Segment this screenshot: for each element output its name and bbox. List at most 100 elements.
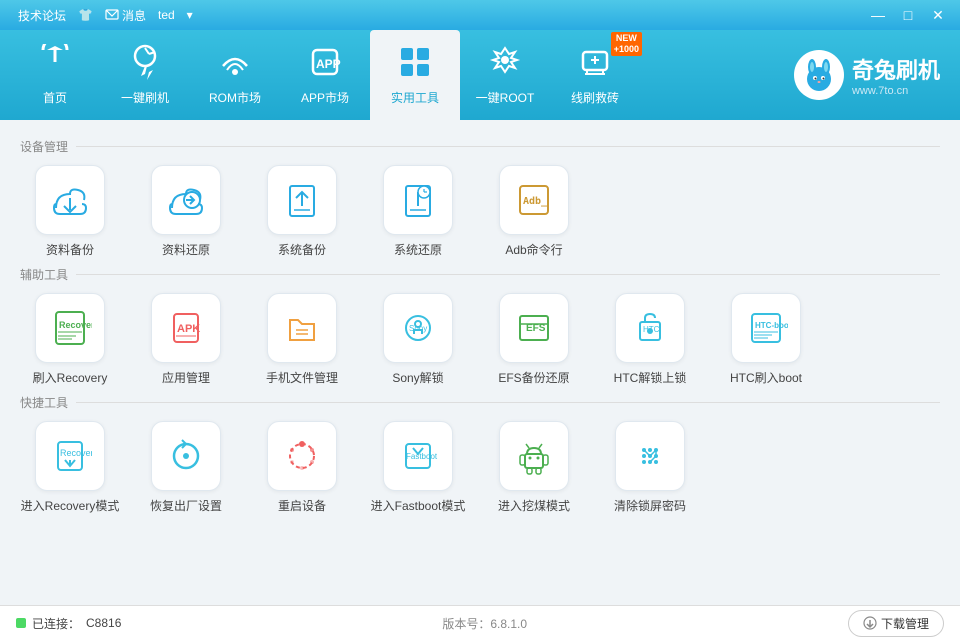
tool-adb[interactable]: Adb_ Adb命令行 (484, 165, 584, 258)
tool-fastboot[interactable]: Fastboot 进入Fastboot模式 (368, 421, 468, 514)
挖矿-icon-box (499, 421, 569, 491)
section-quick-tools-title: 快捷工具 (20, 394, 940, 411)
data-backup-icon-box (35, 165, 105, 235)
sony-label: Sony解锁 (392, 369, 443, 386)
version-label: 版本号：6.8.1.0 (442, 615, 527, 632)
enter-recovery-icon-box: Recovery (35, 421, 105, 491)
recovery-icon-box: Recovery (35, 293, 105, 363)
nav-item-home[interactable]: 首页 (10, 30, 100, 120)
tool-htc-boot[interactable]: HTC-boot HTC刷入boot (716, 293, 816, 386)
maximize-button[interactable]: □ (894, 3, 922, 27)
nav-root-label: 一键ROOT (476, 89, 535, 106)
nav-home-label: 首页 (43, 89, 67, 106)
svg-text:HTC-boot: HTC-boot (755, 321, 788, 330)
svg-text:APK: APK (177, 323, 200, 335)
nav-item-rom[interactable]: ROM市场 (190, 30, 280, 120)
shirt-icon[interactable]: 👕 (78, 8, 93, 22)
svg-text:HTC: HTC (643, 325, 660, 334)
ted-label: ted (158, 8, 175, 22)
recovery-label: 刷入Recovery (33, 369, 108, 386)
tool-recovery[interactable]: Recovery 刷入Recovery (20, 293, 120, 386)
download-btn[interactable]: 下载管理 (848, 610, 944, 637)
tool-htc-unlock[interactable]: HTC HTC解锁上锁 (600, 293, 700, 386)
title-links: 技术论坛 👕 消息 ted ▾ (8, 7, 858, 24)
tool-efs[interactable]: EFS EFS备份还原 (484, 293, 584, 386)
tool-sony[interactable]: Sony Sony解锁 (368, 293, 468, 386)
htc-unlock-icon-box: HTC (615, 293, 685, 363)
sys-backup-label: 系统备份 (278, 241, 326, 258)
tool-reboot[interactable]: 重启设备 (252, 421, 352, 514)
efs-icon-box: EFS (499, 293, 569, 363)
tool-lockscreen[interactable]: 清除锁屏密码 (600, 421, 700, 514)
sys-backup-icon-box (267, 165, 337, 235)
enter-recovery-label: 进入Recovery模式 (21, 497, 120, 514)
data-backup-label: 资料备份 (46, 241, 94, 258)
apk-label: 应用管理 (162, 369, 210, 386)
sys-restore-label: 系统还原 (394, 241, 442, 258)
adb-label: Adb命令行 (505, 241, 562, 258)
挖矿-label: 进入挖煤模式 (498, 497, 570, 514)
logo-en: www.7to.cn (852, 85, 940, 97)
tool-enter-recovery[interactable]: Recovery 进入Recovery模式 (20, 421, 120, 514)
svg-text:Adb_: Adb_ (523, 196, 548, 207)
connection-status: 已连接： C8816 (16, 615, 121, 632)
svg-text:APP: APP (316, 57, 341, 71)
nav-rescue-label: 线刷救砖 (571, 89, 619, 106)
tools-icon (397, 44, 433, 85)
rescue-icon (577, 44, 613, 85)
nav-item-app[interactable]: APP APP市场 (280, 30, 370, 120)
minimize-button[interactable]: — (864, 3, 892, 27)
content-area: 设备管理 资料备份 (0, 120, 960, 605)
nav-tools-label: 实用工具 (391, 89, 439, 106)
tool-挖矿[interactable]: 进入挖煤模式 (484, 421, 584, 514)
reboot-icon-box (267, 421, 337, 491)
data-restore-icon-box (151, 165, 221, 235)
logo-text: 奇兔刷机 www.7to.cn (852, 53, 940, 97)
sony-icon-box: Sony (383, 293, 453, 363)
message-link[interactable]: 消息 (105, 7, 146, 24)
tool-factory-reset[interactable]: 恢复出厂设置 (136, 421, 236, 514)
nav-item-flash[interactable]: 一键刷机 (100, 30, 190, 120)
logo-cn: 奇兔刷机 (852, 53, 940, 85)
data-restore-label: 资料还原 (162, 241, 210, 258)
tool-file-mgr[interactable]: 手机文件管理 (252, 293, 352, 386)
rom-icon (217, 44, 253, 85)
fastboot-icon-box: Fastboot (383, 421, 453, 491)
nav-rom-label: ROM市场 (209, 89, 261, 106)
nav-item-root[interactable]: 一键ROOT (460, 30, 550, 120)
nav-app-label: APP市场 (301, 89, 349, 106)
section-aux-tools-title: 辅助工具 (20, 266, 940, 283)
tool-data-backup[interactable]: 资料备份 (20, 165, 120, 258)
adb-icon-box: Adb_ (499, 165, 569, 235)
arrow-down-icon[interactable]: ▾ (187, 8, 193, 22)
svg-text:Recovery: Recovery (59, 320, 92, 330)
logo-area: 奇兔刷机 www.7to.cn (774, 30, 960, 120)
svg-text:Sony: Sony (409, 324, 427, 333)
lockscreen-icon-box (615, 421, 685, 491)
close-button[interactable]: ✕ (924, 3, 952, 27)
file-mgr-icon-box (267, 293, 337, 363)
efs-label: EFS备份还原 (498, 369, 569, 386)
tool-data-restore[interactable]: 资料还原 (136, 165, 236, 258)
apk-icon-box: APK (151, 293, 221, 363)
device-name: C8816 (86, 616, 121, 630)
quick-tools-grid: Recovery 进入Recovery模式 恢复出厂设置 (20, 421, 940, 514)
fastboot-label: 进入Fastboot模式 (371, 497, 466, 514)
aux-tools-grid: Recovery 刷入Recovery APK 应用管理 (20, 293, 940, 386)
root-icon (487, 44, 523, 85)
htc-boot-icon-box: HTC-boot (731, 293, 801, 363)
nav-flash-label: 一键刷机 (121, 89, 169, 106)
sys-restore-icon-box (383, 165, 453, 235)
forum-link[interactable]: 技术论坛 (18, 7, 66, 24)
factory-reset-icon-box (151, 421, 221, 491)
nav-item-tools[interactable]: 实用工具 (370, 30, 460, 120)
svg-text:Recovery: Recovery (60, 448, 92, 458)
htc-unlock-label: HTC解锁上锁 (614, 369, 687, 386)
download-btn-label: 下载管理 (881, 615, 929, 632)
nav-item-rescue[interactable]: NEW +1000 线刷救砖 (550, 30, 640, 120)
tool-apk[interactable]: APK 应用管理 (136, 293, 236, 386)
tool-sys-restore[interactable]: 系统还原 (368, 165, 468, 258)
tool-sys-backup[interactable]: 系统备份 (252, 165, 352, 258)
status-dot (16, 618, 26, 628)
download-icon (863, 616, 877, 630)
